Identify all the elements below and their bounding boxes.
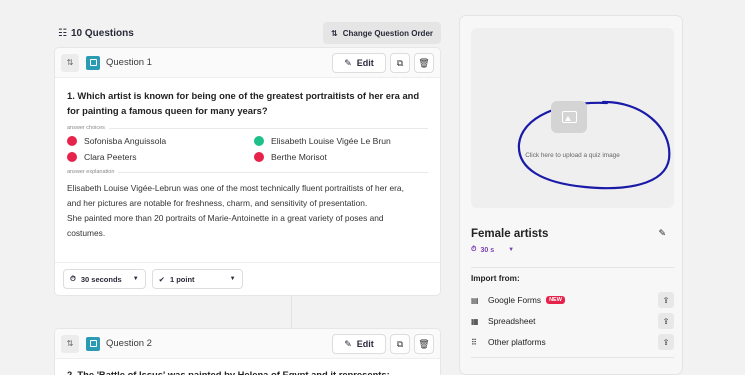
answer-choice: Berthe Morisot — [254, 152, 434, 162]
drag-handle-icon[interactable]: ⇅ — [61, 53, 79, 72]
answer-choice-text: Sofonisba Anguissola — [84, 136, 167, 146]
answer-choices: Sofonisba Anguissola Elisabeth Louise Vi… — [55, 131, 440, 162]
chevron-down-icon: ▼ — [229, 276, 236, 282]
quiz-time-value: 30 s — [480, 246, 495, 254]
answer-explanation: Elisabeth Louise Vigée-Lebrun was one of… — [55, 175, 440, 241]
quiz-time-select[interactable]: ⏱ 30 s ▼ — [471, 246, 514, 254]
section-divider — [471, 267, 674, 268]
question-card-header: ⇅ Question 1 ✎ Edit ⧉ 🗑 — [55, 48, 440, 78]
pencil-icon: ✎ — [344, 338, 352, 349]
explanation-line: She painted more than 20 portraits of Ma… — [67, 213, 384, 223]
google-forms-icon: ▤ — [471, 295, 479, 305]
answer-choice-text: Elisabeth Louise Vigée Le Brun — [271, 136, 391, 146]
question-card-header: ⇅ Question 2 ✎ Edit ⧉ 🗑 — [55, 329, 440, 359]
upload-icon[interactable]: ⇪ — [658, 313, 674, 329]
explanation-line: costumes. — [67, 228, 106, 238]
edit-label: Edit — [356, 339, 374, 349]
change-question-order-label: Change Question Order — [342, 28, 433, 38]
time-select[interactable]: ⏱ 30 seconds ▼ — [63, 269, 146, 289]
sort-icon: ⇅ — [331, 28, 338, 38]
question-text: 1. Which artist is known for being one o… — [67, 90, 420, 116]
drag-handle-icon[interactable]: ⇅ — [61, 334, 79, 353]
delete-question-button[interactable]: 🗑 — [414, 53, 434, 73]
import-google-forms[interactable]: ▤ Google Forms NEW ⇪ — [471, 290, 674, 310]
question-settings-bar: ⏱ 30 seconds ▼ ✔ 1 point ▼ — [55, 262, 440, 295]
upload-icon[interactable]: ⇪ — [658, 334, 674, 350]
answer-choice: Sofonisba Anguissola — [67, 136, 254, 146]
correct-dot-icon — [254, 136, 264, 146]
change-question-order-button[interactable]: ⇅ Change Question Order — [323, 22, 441, 44]
check-circle-icon: ✔ — [158, 274, 165, 284]
multiple-choice-icon — [86, 336, 100, 351]
import-other-platforms[interactable]: ⠿ Other platforms ⇪ — [471, 332, 674, 352]
edit-question-button[interactable]: ✎ Edit — [332, 334, 386, 354]
copy-icon: ⧉ — [396, 338, 404, 349]
trash-icon: 🗑 — [418, 57, 430, 68]
question-count: ☷ 10 Questions — [58, 28, 134, 39]
section-divider — [471, 357, 674, 358]
upload-hint: Click here to upload a quiz image — [525, 152, 620, 159]
import-label: Import from: — [471, 274, 520, 283]
quiz-title: Female artists — [471, 228, 549, 240]
points-select-value: 1 point — [169, 274, 195, 284]
answer-choices-label: answer choices — [67, 125, 105, 131]
explanation-line: Elisabeth Louise Vigée-Lebrun was one of… — [67, 183, 404, 193]
import-spreadsheet[interactable]: ▦ Spreadsheet ⇪ — [471, 311, 674, 331]
edit-title-pencil-icon[interactable]: ✎ — [658, 228, 666, 239]
incorrect-dot-icon — [67, 152, 77, 162]
questions-panel: ☷ 10 Questions ⇅ Change Question Order ⇅… — [44, 0, 446, 375]
timer-icon: ⏱ — [70, 274, 76, 283]
incorrect-dot-icon — [254, 152, 264, 162]
import-option-label: Google Forms — [488, 295, 542, 305]
answer-explanation-label: answer explanation — [67, 169, 115, 175]
pencil-icon: ✎ — [344, 57, 352, 68]
list-numbered-icon: ☷ — [58, 27, 67, 39]
time-select-value: 30 seconds — [80, 274, 122, 284]
question-label: Question 1 — [106, 57, 152, 68]
import-option-label: Other platforms — [488, 337, 546, 347]
image-placeholder-icon — [551, 101, 587, 133]
answer-choice: Elisabeth Louise Vigée Le Brun — [254, 136, 434, 146]
new-badge: NEW — [546, 296, 565, 304]
answer-choice-text: Berthe Morisot — [271, 152, 327, 162]
copy-icon: ⧉ — [396, 57, 404, 68]
explanation-line: and her pictures are notable for freshne… — [67, 198, 368, 208]
question-card-2: ⇅ Question 2 ✎ Edit ⧉ 🗑 2. The 'Battle o… — [54, 328, 441, 375]
quiz-image-upload[interactable]: Click here to upload a quiz image — [471, 28, 674, 208]
quiz-settings-panel: Click here to upload a quiz image Female… — [459, 15, 683, 375]
timer-icon: ⏱ — [471, 246, 477, 253]
spreadsheet-icon: ▦ — [471, 316, 479, 326]
chevron-down-icon: ▼ — [508, 247, 515, 253]
incorrect-dot-icon — [67, 136, 77, 146]
upload-icon[interactable]: ⇪ — [658, 292, 674, 308]
questions-header: ☷ 10 Questions ⇅ Change Question Order — [44, 18, 446, 48]
edit-label: Edit — [356, 58, 374, 68]
hand-drawn-circle-annotation — [517, 100, 671, 190]
question-count-label: 10 Questions — [70, 27, 134, 39]
points-select[interactable]: ✔ 1 point ▼ — [151, 269, 243, 289]
multiple-choice-icon — [86, 55, 100, 70]
question-card-1: ⇅ Question 1 ✎ Edit ⧉ 🗑 1. Which artist … — [54, 47, 441, 296]
answer-choice: Clara Peeters — [67, 152, 254, 162]
edit-question-button[interactable]: ✎ Edit — [332, 53, 386, 73]
divider-line — [291, 296, 292, 328]
question-label: Question 2 — [106, 338, 152, 349]
duplicate-question-button[interactable]: ⧉ — [390, 334, 410, 354]
answer-choice-text: Clara Peeters — [84, 152, 137, 162]
import-option-label: Spreadsheet — [488, 316, 536, 326]
question-text: 2. The 'Battle of Issus' was painted by … — [67, 369, 390, 375]
chevron-down-icon: ▼ — [132, 276, 139, 282]
trash-icon: 🗑 — [418, 338, 430, 349]
delete-question-button[interactable]: 🗑 — [414, 334, 434, 354]
duplicate-question-button[interactable]: ⧉ — [390, 53, 410, 73]
grid-icon: ⠿ — [471, 337, 477, 347]
